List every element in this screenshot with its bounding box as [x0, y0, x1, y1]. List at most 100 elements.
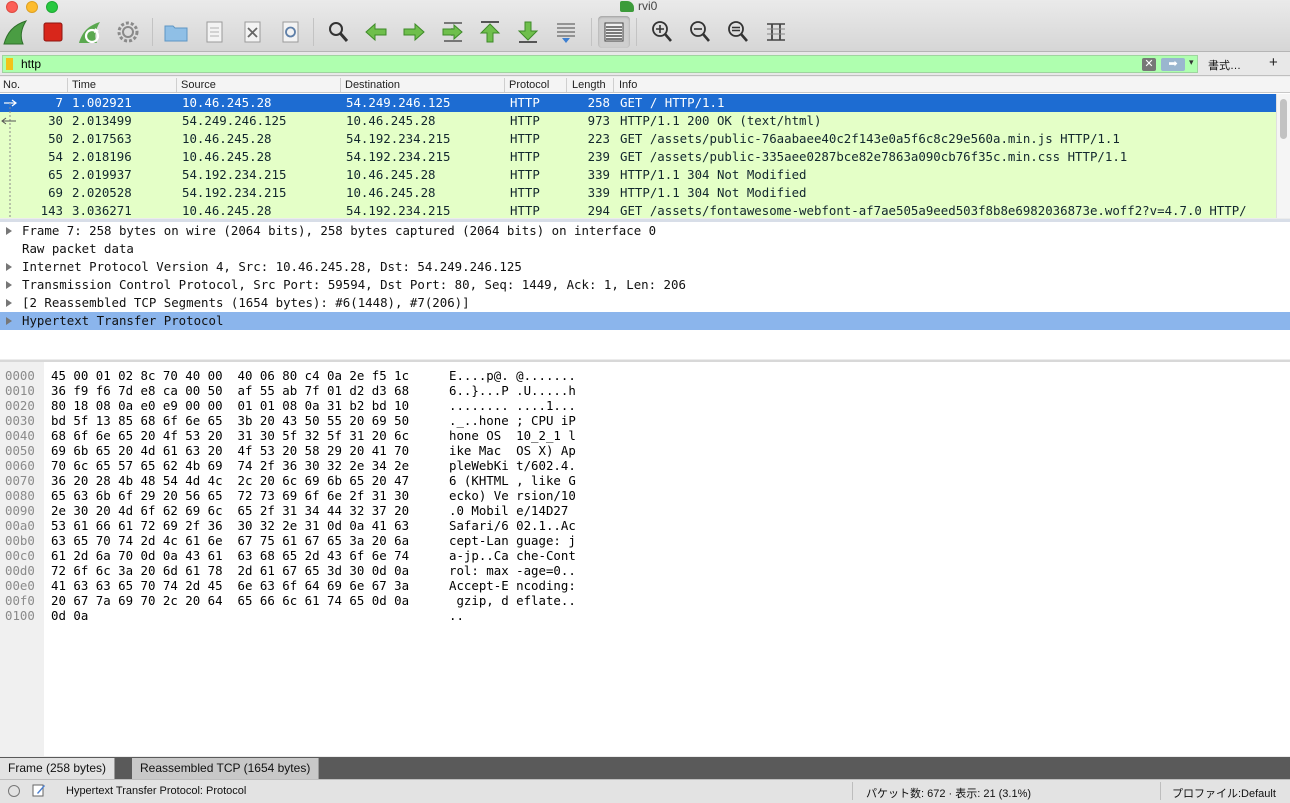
detail-row-ip[interactable]: Internet Protocol Version 4, Src: 10.46.… [0, 258, 1290, 276]
packet-row[interactable]: 65 2.019937 54.192.234.215 10.46.245.28 … [0, 166, 1276, 184]
column-divider[interactable] [67, 78, 68, 92]
ascii-bytes[interactable]: rol: max -age=0.. [449, 563, 576, 578]
ascii-bytes[interactable]: pleWebKi t/602.4. [449, 458, 576, 473]
ascii-bytes[interactable]: ecko) Ve rsion/10 [449, 488, 576, 503]
clear-filter-button[interactable]: ✕ [1142, 58, 1156, 71]
scrollbar-thumb[interactable] [1280, 99, 1287, 139]
packet-row[interactable]: 30 2.013499 54.249.246.125 10.46.245.28 … [0, 112, 1276, 130]
detail-row-raw[interactable]: Raw packet data [0, 240, 1290, 258]
hex-bytes[interactable]: 41 63 63 65 70 74 2d 45 6e 63 6f 64 69 6… [51, 578, 409, 593]
close-file-button[interactable] [236, 16, 268, 48]
zoom-normal-button[interactable] [722, 16, 754, 48]
ascii-bytes[interactable]: 6 (KHTML , like G [449, 473, 576, 488]
filter-expression-button[interactable]: 書式… [1208, 57, 1241, 73]
expand-arrow-icon[interactable] [6, 281, 12, 289]
tab-reassembled-tcp[interactable]: Reassembled TCP (1654 bytes) [132, 758, 320, 779]
hex-bytes[interactable]: 68 6f 6e 65 20 4f 53 20 31 30 5f 32 5f 3… [51, 428, 409, 443]
column-header-no[interactable]: No. [3, 78, 20, 92]
column-divider[interactable] [613, 78, 614, 92]
column-divider[interactable] [340, 78, 341, 92]
window-minimize-button[interactable] [26, 1, 38, 13]
packet-row[interactable]: 50 2.017563 10.46.245.28 54.192.234.215 … [0, 130, 1276, 148]
window-close-button[interactable] [6, 1, 18, 13]
packet-row[interactable]: 7 1.002921 10.46.245.28 54.249.246.125 H… [0, 94, 1276, 112]
ascii-bytes[interactable]: ........ ....1... [449, 398, 576, 413]
expand-arrow-icon[interactable] [6, 263, 12, 271]
packet-row[interactable]: 143 3.036271 10.46.245.28 54.192.234.215… [0, 202, 1276, 218]
edit-comment-icon[interactable] [32, 783, 46, 797]
detail-row-http[interactable]: Hypertext Transfer Protocol [0, 312, 1290, 330]
status-divider[interactable] [852, 782, 853, 800]
hex-bytes[interactable]: 70 6c 65 57 65 62 4b 69 74 2f 36 30 32 2… [51, 458, 409, 473]
hex-bytes[interactable]: 36 f9 f6 7d e8 ca 00 50 af 55 ab 7f 01 d… [51, 383, 409, 398]
packet-list-scrollbar[interactable] [1276, 94, 1290, 218]
go-back-button[interactable] [360, 16, 392, 48]
ascii-bytes[interactable]: Accept-E ncoding: [449, 578, 576, 593]
ascii-bytes[interactable]: .. [449, 608, 464, 623]
ascii-bytes[interactable]: ._..hone ; CPU iP [449, 413, 576, 428]
ascii-bytes[interactable]: Safari/6 02.1..Ac [449, 518, 576, 533]
tab-frame-bytes[interactable]: Frame (258 bytes) [0, 758, 116, 779]
column-header-source[interactable]: Source [181, 78, 216, 92]
hex-bytes[interactable]: 53 61 66 61 72 69 2f 36 30 32 2e 31 0d 0… [51, 518, 409, 533]
detail-row-reassembled[interactable]: [2 Reassembled TCP Segments (1654 bytes)… [0, 294, 1290, 312]
reload-file-button[interactable] [274, 16, 306, 48]
hex-bytes[interactable]: 63 65 70 74 2d 4c 61 6e 67 75 61 67 65 3… [51, 533, 409, 548]
detail-row-frame[interactable]: Frame 7: 258 bytes on wire (2064 bits), … [0, 222, 1290, 240]
start-capture-button[interactable] [0, 16, 32, 48]
open-file-button[interactable] [160, 16, 192, 48]
ascii-bytes[interactable]: ike Mac OS X) Ap [449, 443, 576, 458]
expert-info-icon[interactable] [8, 785, 20, 797]
bookmark-icon[interactable] [6, 58, 13, 70]
packet-row[interactable]: 54 2.018196 10.46.245.28 54.192.234.215 … [0, 148, 1276, 166]
restart-capture-button[interactable] [74, 16, 106, 48]
column-header-time[interactable]: Time [72, 78, 96, 92]
find-packet-button[interactable] [322, 16, 354, 48]
hex-bytes[interactable]: 69 6b 65 20 4d 61 63 20 4f 53 20 58 29 2… [51, 443, 409, 458]
colorize-button[interactable] [598, 16, 630, 48]
go-to-packet-button[interactable] [437, 16, 469, 48]
hex-bytes[interactable]: 72 6f 6c 3a 20 6d 61 78 2d 61 67 65 3d 3… [51, 563, 409, 578]
go-forward-button[interactable] [398, 16, 430, 48]
column-header-length[interactable]: Length [572, 78, 606, 92]
ascii-bytes[interactable]: E....p@. @....... [449, 368, 576, 383]
resize-columns-button[interactable] [760, 16, 792, 48]
hex-bytes[interactable]: 45 00 01 02 8c 70 40 00 40 06 80 c4 0a 2… [51, 368, 409, 383]
column-header-protocol[interactable]: Protocol [509, 78, 549, 92]
ascii-bytes[interactable]: cept-Lan guage: j [449, 533, 576, 548]
column-header-info[interactable]: Info [619, 78, 637, 92]
expand-arrow-icon[interactable] [6, 227, 12, 235]
ascii-bytes[interactable]: 6..}...P .U.....h [449, 383, 576, 398]
hex-bytes[interactable]: 80 18 08 0a e0 e9 00 00 01 01 08 0a 31 b… [51, 398, 409, 413]
stop-capture-button[interactable] [37, 16, 69, 48]
hex-bytes[interactable]: 0d 0a [51, 608, 88, 623]
detail-row-tcp[interactable]: Transmission Control Protocol, Src Port:… [0, 276, 1290, 294]
ascii-bytes[interactable]: a-jp..Ca che-Cont [449, 548, 576, 563]
column-divider[interactable] [566, 78, 567, 92]
add-filter-button[interactable]: + [1269, 54, 1278, 71]
hex-bytes[interactable]: 2e 30 20 4d 6f 62 69 6c 65 2f 31 34 44 3… [51, 503, 409, 518]
column-divider[interactable] [176, 78, 177, 92]
apply-filter-button[interactable]: ➡ [1161, 58, 1185, 71]
hex-bytes[interactable]: 61 2d 6a 70 0d 0a 43 61 63 68 65 2d 43 6… [51, 548, 409, 563]
display-filter-input[interactable]: http ✕ ➡ ▾ [2, 55, 1198, 73]
ascii-bytes[interactable]: gzip, d eflate.. [449, 593, 575, 608]
column-header-destination[interactable]: Destination [345, 78, 400, 92]
zoom-out-button[interactable] [684, 16, 716, 48]
hex-bytes[interactable]: 20 67 7a 69 70 2c 20 64 65 66 6c 61 74 6… [51, 593, 409, 608]
status-profile[interactable]: プロファイル:Default [1172, 785, 1276, 801]
zoom-in-button[interactable] [646, 16, 678, 48]
expand-arrow-icon[interactable] [6, 299, 12, 307]
window-maximize-button[interactable] [46, 1, 58, 13]
hex-bytes[interactable]: 65 63 6b 6f 29 20 56 65 72 73 69 6f 6e 2… [51, 488, 409, 503]
first-packet-button[interactable] [474, 16, 506, 48]
ascii-bytes[interactable]: .0 Mobil e/14D27 [449, 503, 576, 518]
hex-bytes[interactable]: bd 5f 13 85 68 6f 6e 65 3b 20 43 50 55 2… [51, 413, 409, 428]
packet-row[interactable]: 69 2.020528 54.192.234.215 10.46.245.28 … [0, 184, 1276, 202]
ascii-bytes[interactable]: hone OS 10_2_1 l [449, 428, 576, 443]
expand-arrow-icon[interactable] [6, 317, 12, 325]
autoscroll-button[interactable] [550, 16, 582, 48]
capture-options-button[interactable] [112, 16, 144, 48]
last-packet-button[interactable] [512, 16, 544, 48]
column-divider[interactable] [504, 78, 505, 92]
